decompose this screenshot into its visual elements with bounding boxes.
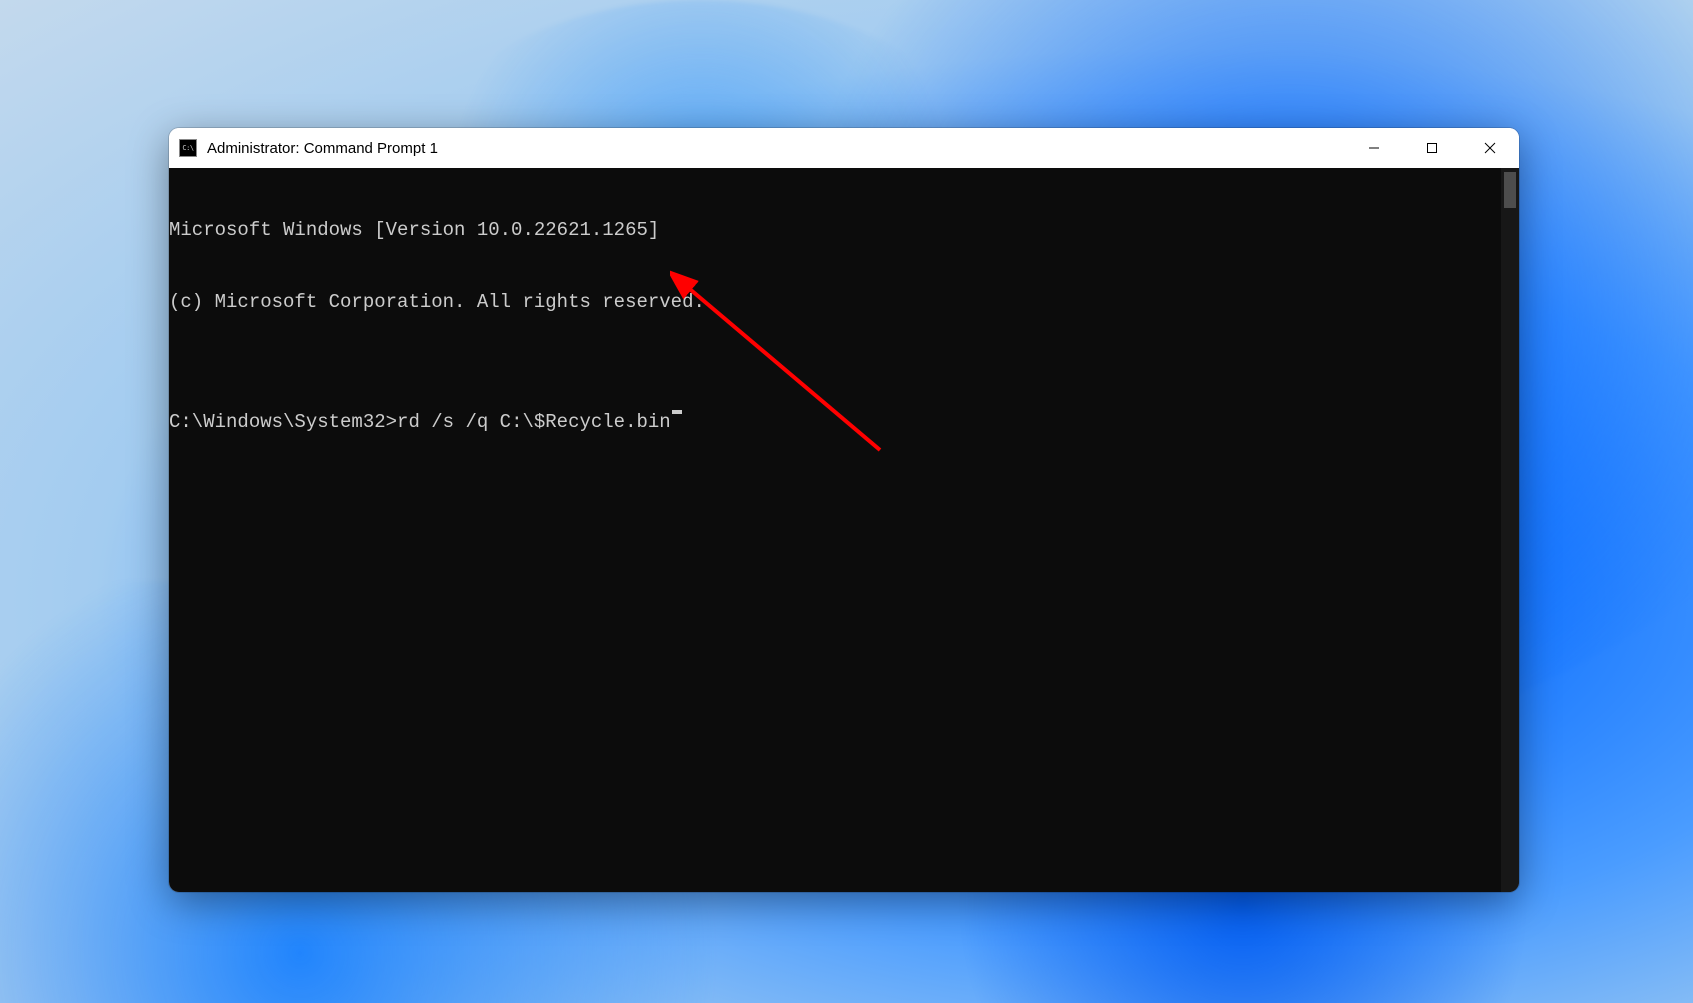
close-button[interactable]: [1461, 128, 1519, 168]
terminal-content[interactable]: Microsoft Windows [Version 10.0.22621.12…: [169, 168, 1501, 892]
terminal-output-line: Microsoft Windows [Version 10.0.22621.12…: [169, 218, 1501, 242]
titlebar[interactable]: C:\ Administrator: Command Prompt 1: [169, 128, 1519, 168]
terminal-area[interactable]: Microsoft Windows [Version 10.0.22621.12…: [169, 168, 1519, 892]
terminal-cursor: [672, 410, 682, 414]
minimize-icon: [1368, 142, 1380, 154]
maximize-button[interactable]: [1403, 128, 1461, 168]
minimize-button[interactable]: [1345, 128, 1403, 168]
cmd-icon: C:\: [179, 139, 197, 157]
scrollbar-thumb[interactable]: [1504, 172, 1516, 208]
command-prompt-window: C:\ Administrator: Command Prompt 1 Micr…: [169, 128, 1519, 892]
maximize-icon: [1426, 142, 1438, 154]
window-controls: [1345, 128, 1519, 168]
terminal-output-line: (c) Microsoft Corporation. All rights re…: [169, 290, 1501, 314]
terminal-prompt-line: C:\Windows\System32>rd /s /q C:\$Recycle…: [169, 410, 1501, 434]
window-title: Administrator: Command Prompt 1: [207, 140, 1345, 157]
close-icon: [1484, 142, 1496, 154]
terminal-prompt: C:\Windows\System32>: [169, 410, 397, 434]
terminal-command: rd /s /q C:\$Recycle.bin: [397, 410, 671, 434]
scrollbar[interactable]: [1501, 168, 1519, 892]
